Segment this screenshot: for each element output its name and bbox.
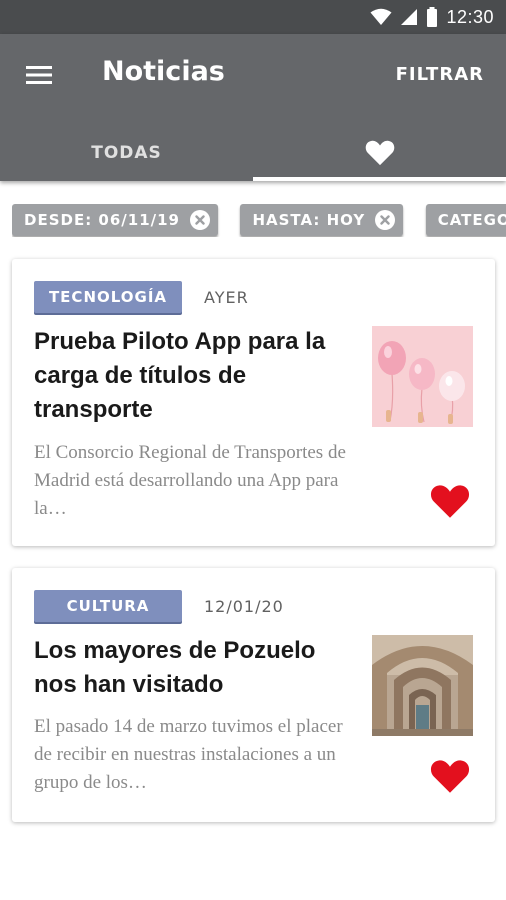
- arches-image: [372, 635, 473, 736]
- wifi-icon: [370, 8, 392, 25]
- tab-all[interactable]: TODAS: [0, 124, 253, 181]
- status-time: 12:30: [446, 6, 494, 27]
- page-title: Noticias: [102, 56, 225, 87]
- news-card[interactable]: CULTURA 12/01/20 Los mayores de Pozuelo …: [12, 568, 495, 822]
- menu-button[interactable]: [24, 60, 56, 90]
- filter-chip-to[interactable]: HASTA: HOY: [240, 204, 404, 236]
- filter-chip-category[interactable]: CATEGO: [425, 204, 506, 236]
- news-title: Prueba Piloto App para la carga de títul…: [34, 328, 326, 423]
- tab-bar: TODAS: [0, 124, 506, 181]
- heart-icon: [430, 485, 470, 518]
- category-badge: CULTURA: [34, 590, 182, 622]
- favorite-button[interactable]: [430, 483, 470, 519]
- news-excerpt: El pasado 14 de marzo tuvimos el placer …: [34, 716, 343, 793]
- status-bar: 12:30: [0, 0, 506, 34]
- filter-button[interactable]: FILTRAR: [396, 64, 484, 85]
- favorite-button[interactable]: [430, 758, 470, 794]
- battery-icon: [427, 7, 438, 27]
- filter-chips: DESDE: 06/11/19 HASTA: HOY CATEGO: [12, 204, 506, 237]
- category-badge: TECNOLOGÍA: [34, 281, 182, 313]
- heart-icon: [430, 760, 470, 793]
- signal-icon: [401, 9, 418, 25]
- balloons-image: [372, 326, 473, 427]
- filter-chip-label: DESDE: 06/11/19: [24, 211, 180, 229]
- status-icons: 12:30: [370, 6, 494, 28]
- heart-icon: [365, 140, 394, 166]
- filter-chip-label: HASTA: HOY: [252, 211, 366, 229]
- menu-icon: [26, 66, 52, 84]
- tab-all-label: TODAS: [91, 142, 162, 163]
- tab-favorites[interactable]: [253, 124, 506, 181]
- news-title: Los mayores de Pozuelo nos han visitado: [34, 637, 316, 698]
- filter-chip-from[interactable]: DESDE: 06/11/19: [12, 204, 218, 236]
- filter-chip-label: CATEGO: [437, 211, 506, 229]
- close-icon[interactable]: [190, 210, 210, 230]
- news-date: 12/01/20: [204, 597, 284, 616]
- close-icon[interactable]: [375, 210, 396, 230]
- app-bar: Noticias FILTRAR TODAS: [0, 34, 506, 181]
- news-date: AYER: [204, 288, 249, 307]
- news-excerpt: El Consorcio Regional de Transportes de …: [34, 442, 346, 519]
- news-card[interactable]: TECNOLOGÍA AYER Prueba Piloto App para l…: [12, 259, 495, 546]
- category-label: CULTURA: [66, 597, 150, 615]
- category-label: TECNOLOGÍA: [48, 288, 168, 306]
